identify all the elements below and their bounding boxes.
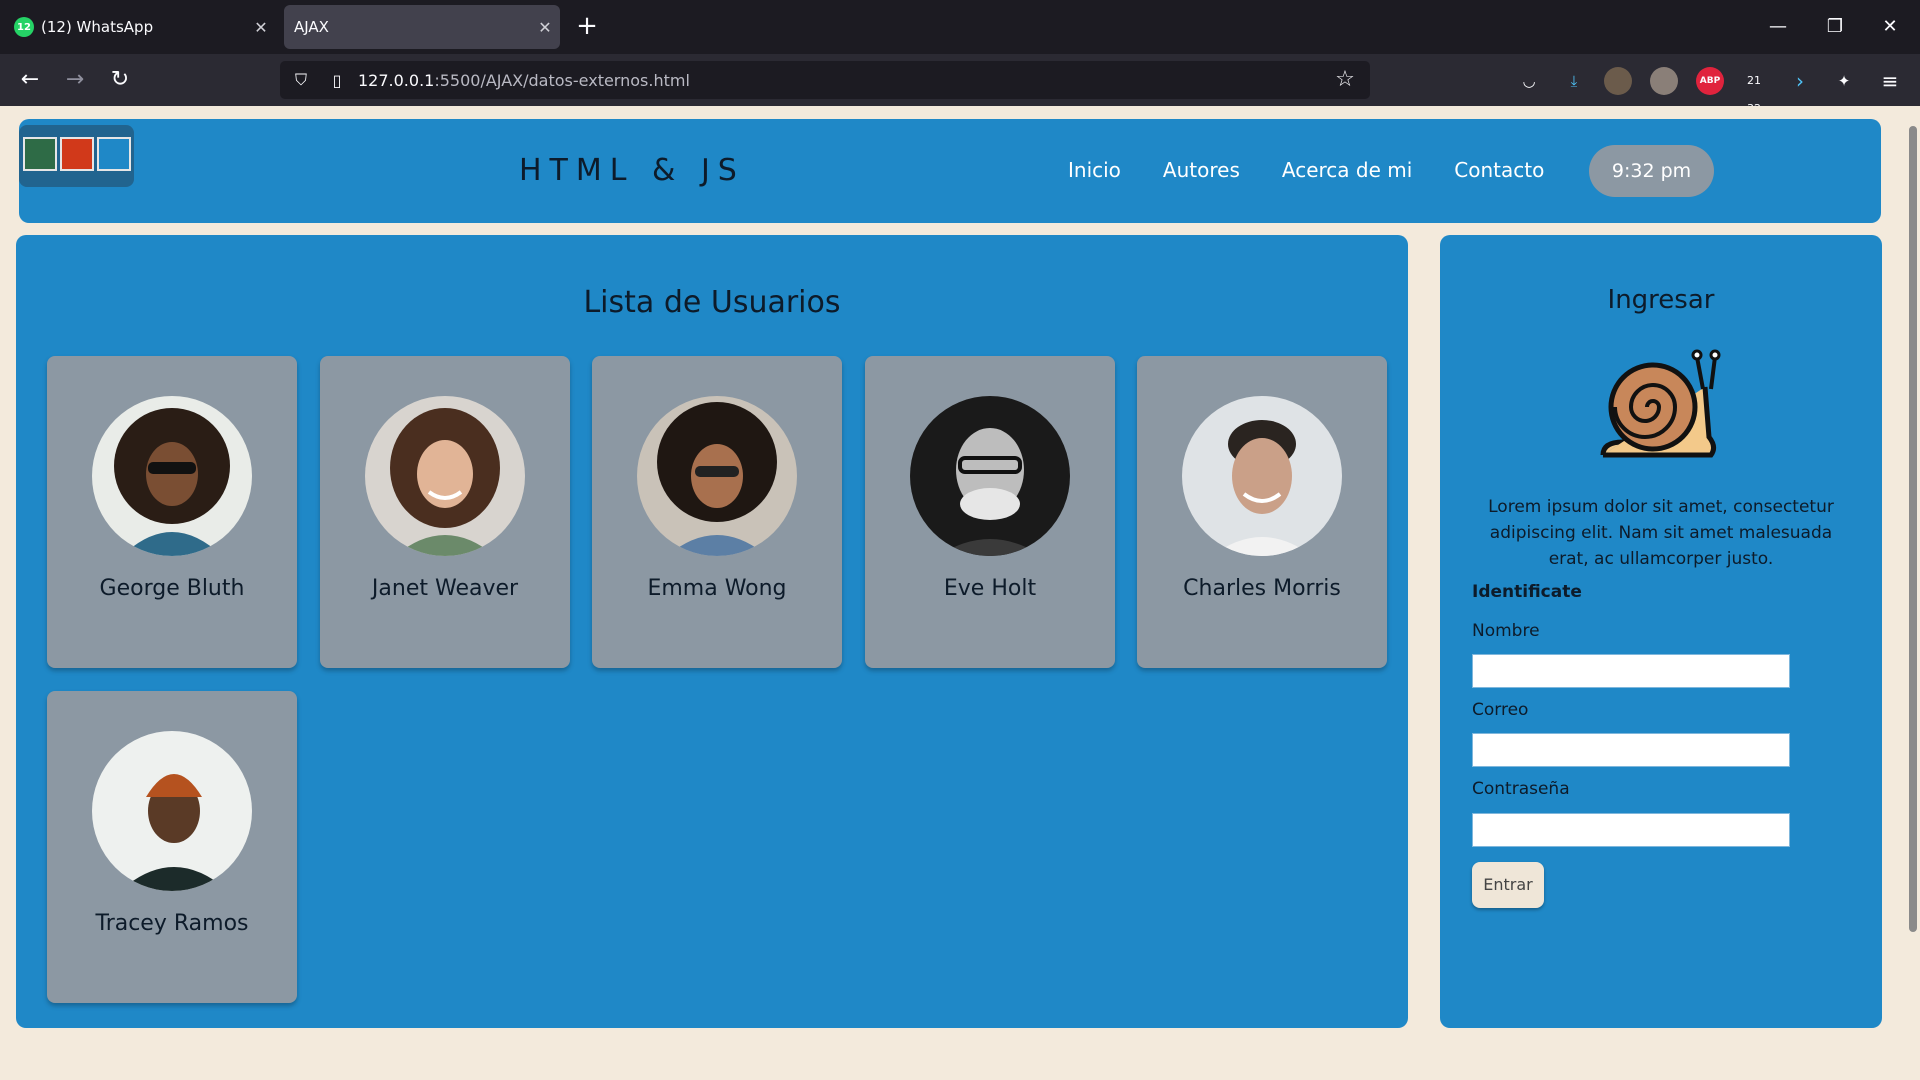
user-card: Tracey Ramos	[47, 691, 297, 1003]
users-panel: Lista de Usuarios George Bluth Janet Wea…	[16, 235, 1408, 1028]
tab-ajax[interactable]: AJAX ✕	[284, 5, 560, 49]
bookmark-star-icon[interactable]: ☆	[1330, 65, 1360, 95]
user-card: Janet Weaver	[320, 356, 570, 668]
reload-icon[interactable]: ↻	[104, 64, 136, 96]
main-menu: Inicio Autores Acerca de mi Contacto	[1068, 158, 1544, 182]
user-card: Emma Wong	[592, 356, 842, 668]
swatch-red[interactable]	[60, 137, 94, 171]
scroll-thumb[interactable]	[1909, 126, 1917, 932]
clock-badge: 9:32 pm	[1589, 145, 1714, 197]
form-heading: Identificate	[1472, 582, 1582, 602]
whatsapp-icon: 12	[14, 17, 34, 37]
email-input[interactable]	[1472, 733, 1790, 767]
user-card: George Bluth	[47, 356, 297, 668]
extension-icon[interactable]	[1650, 67, 1678, 95]
site-brand: HTML & JS	[519, 153, 745, 188]
address-bar[interactable]: ⛉ ▯ 127.0.0.1:5500/AJAX/datos-externos.h…	[280, 61, 1370, 99]
pocket-icon[interactable]: ◡	[1515, 67, 1543, 95]
tab-whatsapp[interactable]: 12 (12) WhatsApp ✕	[6, 5, 276, 49]
avatar	[637, 396, 797, 556]
swatch-blue[interactable]	[97, 137, 131, 171]
url-text[interactable]: 127.0.0.1:5500/AJAX/datos-externos.html	[358, 71, 690, 90]
swatch-green[interactable]	[23, 137, 57, 171]
login-title: Ingresar	[1607, 285, 1715, 315]
avatar	[1182, 396, 1342, 556]
avatar	[92, 396, 252, 556]
shield-icon[interactable]: ⛉	[286, 70, 316, 90]
download-icon[interactable]: ⤓	[1560, 67, 1588, 95]
restore-icon[interactable]: ❐	[1815, 12, 1855, 42]
user-name: Eve Holt	[943, 576, 1037, 601]
menu-item-autores[interactable]: Autores	[1163, 158, 1240, 182]
arrow-extension-icon[interactable]: ›	[1786, 67, 1814, 95]
users-title: Lista de Usuarios	[583, 285, 841, 320]
password-label: Contraseña	[1472, 779, 1570, 799]
login-description: Lorem ipsum dolor sit amet, consectetur …	[1488, 497, 1834, 569]
close-icon[interactable]: ✕	[246, 18, 276, 37]
snail-icon	[1593, 347, 1723, 462]
menu-item-inicio[interactable]: Inicio	[1068, 158, 1121, 182]
user-name: Tracey Ramos	[95, 911, 249, 936]
tab-title: (12) WhatsApp	[41, 18, 154, 36]
new-tab-button[interactable]: +	[572, 12, 602, 42]
name-input[interactable]	[1472, 654, 1790, 688]
close-icon[interactable]: ✕	[530, 18, 560, 37]
user-name: Emma Wong	[647, 576, 787, 601]
adblock-icon[interactable]: ABP	[1696, 67, 1724, 95]
profile-icon[interactable]	[1604, 67, 1632, 95]
close-window-icon[interactable]: ✕	[1870, 12, 1910, 42]
avatar	[365, 396, 525, 556]
login-panel: Ingresar Lorem ipsum dolor sit amet, con…	[1440, 235, 1882, 1028]
submit-button[interactable]: Entrar	[1472, 862, 1544, 908]
user-card: Charles Morris	[1137, 356, 1387, 668]
color-palette	[19, 125, 134, 187]
password-input[interactable]	[1472, 813, 1790, 847]
browser-nav-bar: ← → ↻ ⛉ ▯ 127.0.0.1:5500/AJAX/datos-exte…	[0, 54, 1920, 115]
puzzle-icon[interactable]: ✦	[1830, 67, 1858, 95]
name-label: Nombre	[1472, 621, 1540, 641]
page-viewport: HTML & JS Inicio Autores Acerca de mi Co…	[0, 106, 1920, 1080]
forward-icon[interactable]: →	[59, 64, 91, 96]
user-name: Charles Morris	[1183, 576, 1341, 601]
extension-badge[interactable]: 21 32	[1740, 67, 1768, 115]
page-icon: ▯	[332, 70, 342, 90]
site-header: HTML & JS Inicio Autores Acerca de mi Co…	[19, 119, 1881, 223]
menu-item-contacto[interactable]: Contacto	[1454, 158, 1544, 182]
scrollbar[interactable]	[1906, 106, 1920, 1080]
tab-title: AJAX	[294, 18, 329, 36]
user-card: Eve Holt	[865, 356, 1115, 668]
menu-item-acerca[interactable]: Acerca de mi	[1282, 158, 1412, 182]
user-name: Janet Weaver	[371, 576, 519, 601]
menu-icon[interactable]: ≡	[1876, 67, 1904, 95]
back-icon[interactable]: ←	[14, 64, 46, 96]
email-label: Correo	[1472, 700, 1529, 720]
minimize-icon[interactable]: —	[1758, 12, 1798, 42]
user-name: George Bluth	[99, 576, 245, 601]
browser-tab-bar: 12 (12) WhatsApp ✕ AJAX ✕ + — ❐ ✕	[0, 0, 1920, 54]
avatar	[92, 731, 252, 891]
avatar	[910, 396, 1070, 556]
